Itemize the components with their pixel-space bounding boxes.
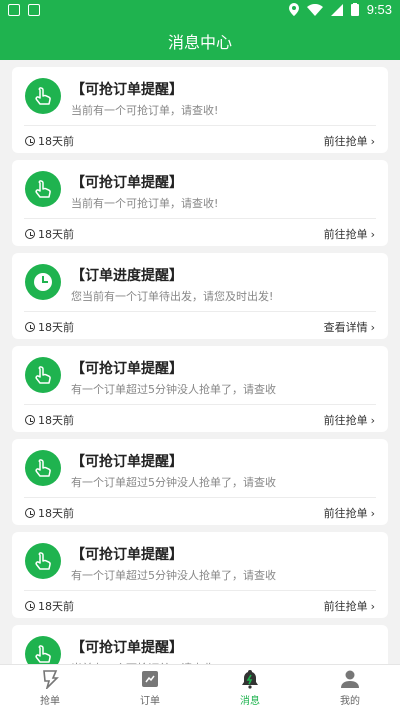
time-text: 18天前 [38, 321, 74, 334]
time-clock-icon [25, 322, 35, 332]
time-clock-icon [25, 415, 35, 425]
clock-icon [25, 264, 61, 300]
time-text: 18天前 [38, 414, 74, 427]
message-action-link[interactable]: 前往抢单 › [324, 412, 375, 428]
hand-tap-icon [25, 543, 61, 579]
tab-grab-order[interactable]: 抢单 [0, 665, 100, 711]
message-card[interactable]: 【可抢订单提醒】当前有一个可抢订单，请查收! 18天前 前往抢单 › [12, 160, 388, 246]
chevron-right-icon: › [370, 227, 375, 241]
wifi-icon [306, 3, 323, 16]
message-time: 18天前 [25, 133, 74, 149]
action-label: 前往抢单 [323, 507, 368, 520]
tab-label: 消息 [240, 696, 260, 707]
action-label: 前往抢单 [323, 135, 368, 148]
message-title: 【可抢订单提醒】 [71, 640, 183, 656]
hand-tap-icon [25, 171, 61, 207]
page-title: 消息中心 [167, 33, 232, 52]
battery-icon [350, 3, 359, 16]
tab-label: 抢单 [40, 696, 60, 707]
image-notification-icon [8, 4, 20, 16]
message-card[interactable]: 【可抢订单提醒】有一个订单超过5分钟没人抢单了，请查收 18天前 前往抢单 › [12, 439, 388, 525]
message-card[interactable]: 【可抢订单提醒】当前有一个可抢订单，请查收! 18天前 前往抢单 › [12, 67, 388, 153]
signal-icon [330, 3, 343, 16]
message-time: 18天前 [25, 598, 74, 614]
time-clock-icon [25, 508, 35, 518]
divider [24, 125, 376, 126]
message-title: 【可抢订单提醒】 [71, 454, 183, 470]
time-clock-icon [25, 601, 35, 611]
message-time: 18天前 [25, 412, 74, 428]
font-notification-icon [28, 4, 40, 16]
time-text: 18天前 [38, 135, 74, 148]
message-action-link[interactable]: 前往抢单 › [324, 226, 375, 242]
message-time: 18天前 [25, 226, 74, 242]
message-time: 18天前 [25, 505, 74, 521]
tab-label: 我的 [340, 696, 360, 707]
message-action-link[interactable]: 查看详情 › [324, 319, 375, 335]
divider [24, 311, 376, 312]
message-action-link[interactable]: 前往抢单 › [324, 133, 375, 149]
order-icon [142, 671, 158, 687]
tab-label: 订单 [140, 696, 160, 707]
chevron-right-icon: › [370, 134, 375, 148]
tab-order[interactable]: 订单 [100, 665, 200, 711]
divider [24, 590, 376, 591]
location-icon [288, 3, 299, 16]
status-time: 9:53 [366, 2, 392, 17]
chevron-right-icon: › [370, 413, 375, 427]
message-description: 有一个订单超过5分钟没人抢单了，请查收 [71, 569, 276, 582]
profile-icon [341, 670, 359, 688]
message-description: 有一个订单超过5分钟没人抢单了，请查收 [71, 383, 276, 396]
hand-tap-icon [25, 636, 61, 664]
message-card[interactable]: 【可抢订单提醒】当前有一个可抢订单，请查收!› [12, 625, 388, 664]
status-bar: 9:53 [0, 0, 400, 22]
message-description: 当前有一个可抢订单，请查收! [71, 104, 219, 117]
bottom-tab-bar: 抢单 订单 消息 我的 [0, 664, 400, 711]
grab-order-icon [43, 670, 59, 689]
message-action-link[interactable]: 前往抢单 › [324, 598, 375, 614]
message-title: 【可抢订单提醒】 [71, 361, 183, 377]
time-clock-icon [25, 136, 35, 146]
message-title: 【订单进度提醒】 [71, 268, 183, 284]
message-title: 【可抢订单提醒】 [71, 175, 183, 191]
message-card[interactable]: 【可抢订单提醒】有一个订单超过5分钟没人抢单了，请查收 18天前 前往抢单 › [12, 346, 388, 432]
message-card[interactable]: 【订单进度提醒】您当前有一个订单待出发，请您及时出发! 18天前 查看详情 › [12, 253, 388, 339]
message-card[interactable]: 【可抢订单提醒】有一个订单超过5分钟没人抢单了，请查收 18天前 前往抢单 › [12, 532, 388, 618]
message-description: 您当前有一个订单待出发，请您及时出发! [71, 290, 274, 303]
page-header: 消息中心 [0, 22, 400, 60]
tab-messages[interactable]: 消息 [200, 665, 300, 711]
tab-profile[interactable]: 我的 [300, 665, 400, 711]
action-label: 查看详情 [323, 321, 368, 334]
message-description: 当前有一个可抢订单，请查收! [71, 197, 219, 210]
message-title: 【可抢订单提醒】 [71, 82, 183, 98]
hand-tap-icon [25, 450, 61, 486]
chevron-right-icon: › [370, 599, 375, 613]
time-text: 18天前 [38, 228, 74, 241]
message-time: 18天前 [25, 319, 74, 335]
hand-tap-icon [25, 357, 61, 393]
chevron-right-icon: › [370, 320, 375, 334]
bell-icon [242, 670, 258, 689]
time-text: 18天前 [38, 600, 74, 613]
divider [24, 218, 376, 219]
message-title: 【可抢订单提醒】 [71, 547, 183, 563]
action-label: 前往抢单 [323, 600, 368, 613]
chevron-right-icon: › [370, 506, 375, 520]
action-label: 前往抢单 [323, 414, 368, 427]
message-action-link[interactable]: 前往抢单 › [324, 505, 375, 521]
divider [24, 497, 376, 498]
time-clock-icon [25, 229, 35, 239]
message-list[interactable]: 【可抢订单提醒】 当前有一个可抢订单，请查收! 18天前 前往抢单 › 【可抢订单提醒】当… [0, 60, 400, 664]
divider [24, 404, 376, 405]
time-text: 18天前 [38, 507, 74, 520]
hand-tap-icon [25, 78, 61, 114]
action-label: 前往抢单 [323, 228, 368, 241]
message-description: 有一个订单超过5分钟没人抢单了，请查收 [71, 476, 276, 489]
